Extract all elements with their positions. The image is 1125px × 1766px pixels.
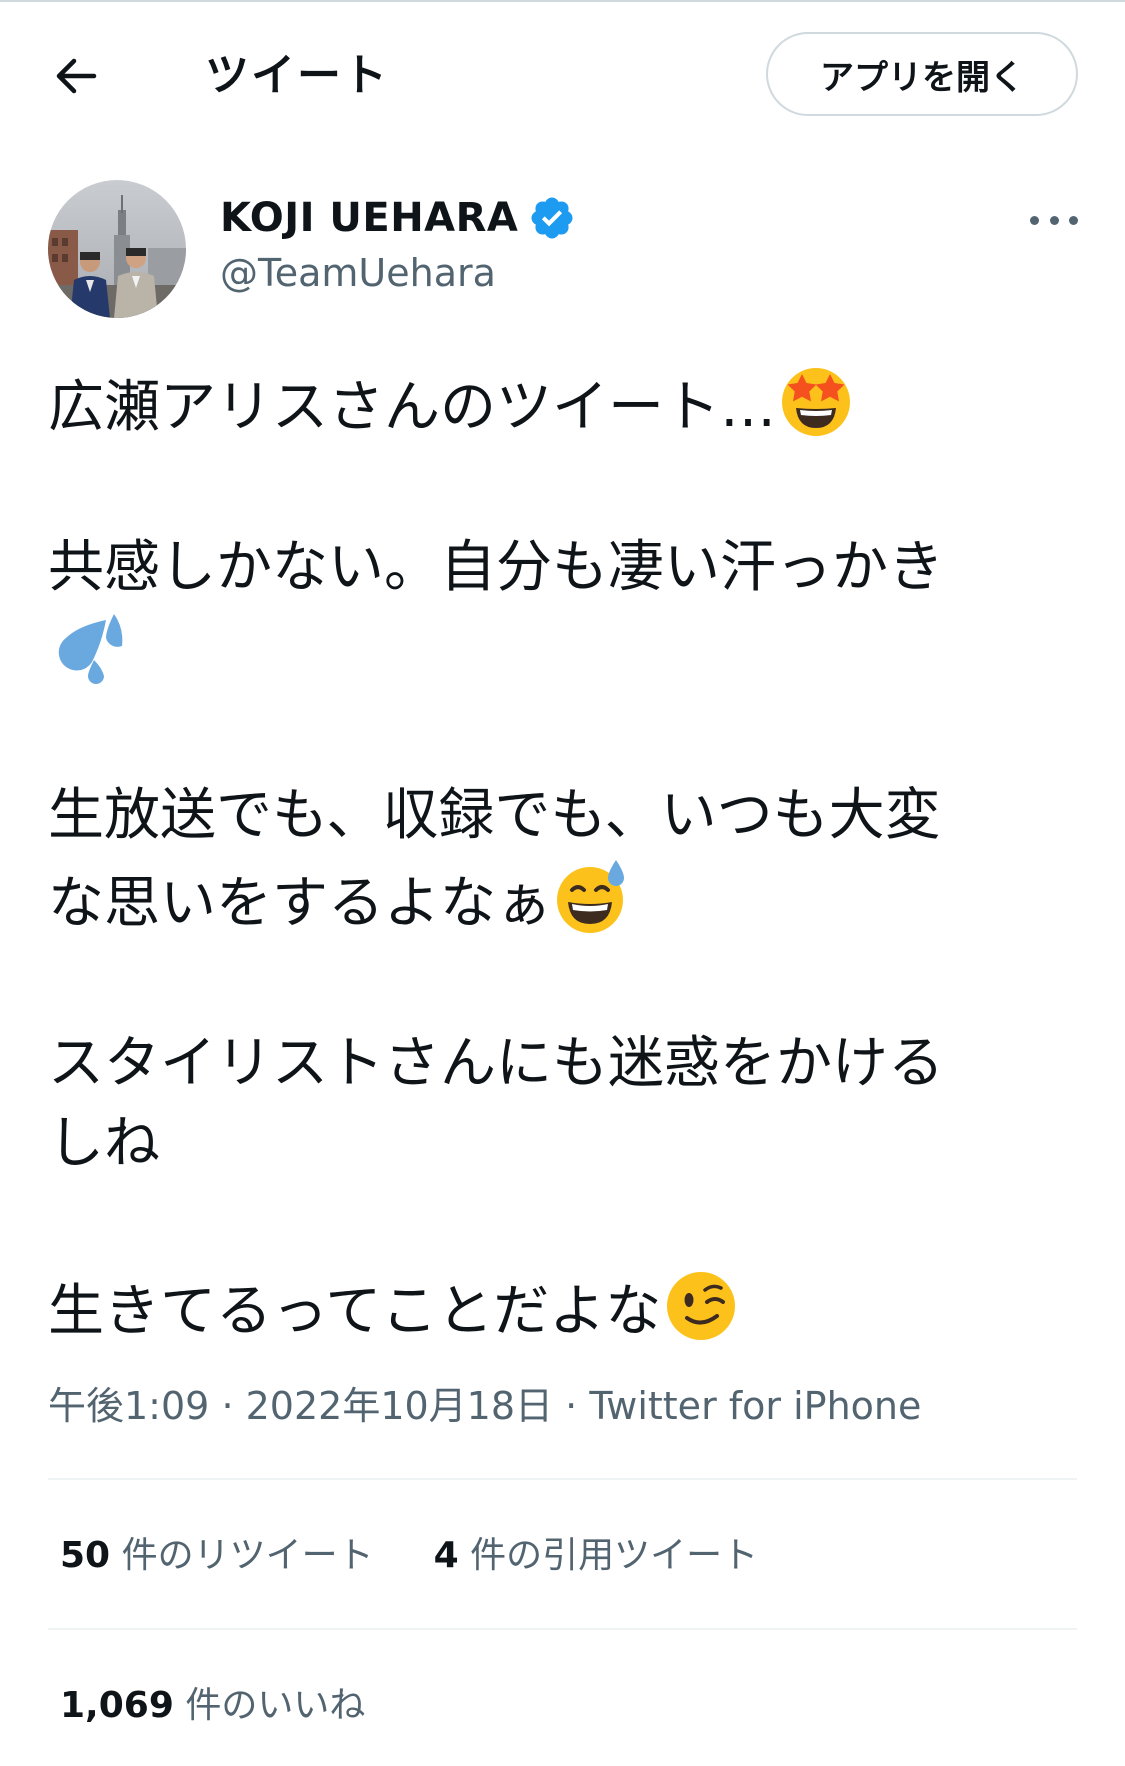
tweet-line: 生きてるってことだよな [48,1264,1088,1352]
meta-separator: · [565,1384,578,1428]
quotes-stat[interactable]: 4 件の引用ツイート [434,1530,759,1582]
tweet-source-link[interactable]: Twitter for iPhone [589,1384,921,1428]
star-struck-emoji [776,360,856,440]
retweets-label: 件のリツイート [121,1535,374,1576]
back-button[interactable] [48,48,104,104]
top-bar: ツイート アプリを開く [0,0,1125,150]
meta-separator: · [221,1384,234,1428]
engagement-stats: 50 件のリツイート 4 件の引用ツイート [60,1530,758,1582]
page-title: ツイート [205,50,389,101]
likes-label: 件のいいね [185,1685,366,1726]
arrow-left-icon [56,58,97,94]
avatar[interactable] [48,180,186,318]
verified-badge-icon [531,197,573,239]
more-horizontal-icon-dot [1069,215,1078,225]
likes-count: 1,069 [60,1685,174,1726]
tweet-line-text: スタイリストさんにも迷惑をかける [48,1031,944,1096]
tweet-time[interactable]: 午後1:09 [48,1384,209,1428]
more-horizontal-icon-dot [1049,215,1059,225]
winking-face-emoji [661,1264,741,1344]
tweet-line: 生放送でも、収録でも、いつも大変 な思いをするよなぁ [48,776,1088,944]
tweet-line-text: 広瀬アリスさんのツイート… [48,375,776,440]
tweet-date[interactable]: 2022年10月18日 [246,1384,553,1428]
author-display-name: KOJI UEHARA [220,195,519,241]
retweets-count: 50 [60,1535,111,1576]
more-horizontal-icon [1030,215,1039,225]
sweat-droplets-emoji [48,608,128,688]
tweet-line-text: しね [48,1111,160,1176]
tweet-meta: 午後1:09 · 2022年10月18日 · Twitter for iPhon… [48,1378,921,1434]
tweet-line-text: 生きてるってことだよな [48,1279,662,1344]
more-options-button[interactable] [1030,200,1078,240]
tweet-text: 広瀬アリスさんのツイート… 共感しかない。自分も凄い汗っかき 生放送でも、収録で… [48,360,1088,1352]
divider [48,1628,1077,1630]
tweet-line: 広瀬アリスさんのツイート… [48,360,1088,448]
open-app-button[interactable]: アプリを開く [766,32,1078,116]
tweet-line-text: 生放送でも、収録でも、いつも大変 [48,783,941,848]
divider [48,1478,1077,1480]
quotes-label: 件の引用ツイート [470,1535,759,1576]
likes-stat[interactable]: 1,069 件のいいね [60,1680,365,1732]
quotes-count: 4 [433,1535,459,1576]
author-handle[interactable]: @TeamUehara [220,248,496,298]
tweet-line-text: な思いをするよなぁ [48,871,552,936]
avatar-photo [48,180,186,318]
retweets-stat[interactable]: 50 件のリツイート [60,1530,374,1582]
author-name-row[interactable]: KOJI UEHARA [220,192,576,244]
tweet-line-text: 共感しかない。自分も凄い汗っかき [48,535,944,600]
tweet-line: スタイリストさんにも迷惑をかける しね [48,1024,1088,1184]
tweet-line: 共感しかない。自分も凄い汗っかき [48,528,1088,696]
grinning-sweat-emoji [552,856,632,936]
